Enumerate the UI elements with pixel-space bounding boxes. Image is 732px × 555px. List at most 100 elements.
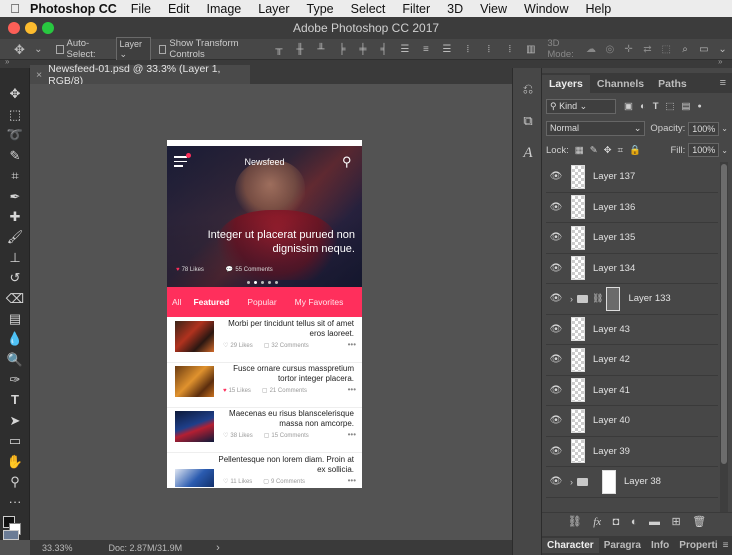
layer-name[interactable]: Layer 41: [593, 385, 630, 396]
close-tab-icon[interactable]: ×: [36, 69, 42, 81]
fill-input[interactable]: 100%: [688, 143, 720, 157]
layer-style-icon[interactable]: fx: [593, 516, 601, 528]
menu-layer[interactable]: Layer: [258, 2, 289, 16]
heart-icon[interactable]: ♡: [223, 342, 228, 349]
tab-featured[interactable]: Featured: [187, 297, 235, 307]
lock-artboard-icon[interactable]: ⌗: [618, 145, 623, 156]
character-panel-icon[interactable]: A: [519, 144, 537, 162]
zoom-level[interactable]: 33.33%: [42, 543, 73, 553]
layer-row[interactable]: 👁 Layer 135: [546, 223, 718, 254]
distribute-hcenter-icon[interactable]: ⦙: [482, 44, 495, 55]
layer-row[interactable]: 👁 Layer 43: [546, 315, 718, 345]
document-tab[interactable]: × Newsfeed-01.psd @ 33.3% (Layer 1, RGB/…: [30, 63, 250, 87]
quick-mask-icon[interactable]: [3, 530, 19, 540]
layer-row[interactable]: 👁 Layer 42: [546, 345, 718, 376]
history-panel-icon[interactable]: ⎌: [519, 80, 537, 98]
layer-row[interactable]: 👁 Layer 41: [546, 376, 718, 406]
tab-all[interactable]: All: [167, 297, 187, 307]
tab-character[interactable]: Character: [542, 538, 599, 553]
search-icon[interactable]: ⌕: [680, 44, 691, 55]
scale-icon[interactable]: ⬚: [661, 44, 672, 55]
visibility-eye-icon[interactable]: 👁: [546, 171, 566, 182]
filter-kind-dropdown[interactable]: ⚲ Kind ⌄: [546, 99, 616, 114]
chevron-down-icon[interactable]: ⌄: [717, 44, 728, 55]
move-tool-icon[interactable]: ✥: [5, 85, 25, 102]
distribute-vcenter-icon[interactable]: ≡: [419, 44, 432, 55]
stamp-tool-icon[interactable]: ⊥: [5, 249, 25, 266]
layer-name[interactable]: Layer 136: [593, 202, 635, 213]
more-options-icon[interactable]: •••: [348, 430, 356, 439]
comment-icon[interactable]: ▢: [264, 432, 270, 439]
align-vcenter-icon[interactable]: ╫: [293, 44, 306, 55]
layer-name[interactable]: Layer 133: [628, 293, 670, 304]
more-tools-icon[interactable]: ···: [5, 493, 25, 510]
filter-smart-object-icon[interactable]: ▤: [682, 101, 691, 112]
panel-menu-icon[interactable]: ≡: [720, 77, 726, 89]
pen-tool-icon[interactable]: ✑: [5, 371, 25, 388]
visibility-eye-icon[interactable]: 👁: [546, 232, 566, 243]
layer-name[interactable]: Layer 42: [593, 354, 630, 365]
more-options-icon[interactable]: •••: [348, 476, 356, 485]
layer-row[interactable]: 👁 Layer 136: [546, 193, 718, 223]
tab-my-favorites[interactable]: My Favorites: [289, 297, 350, 307]
feed-item[interactable]: Morbi per tincidunt tellus sit of amet e…: [167, 318, 362, 363]
tab-properties[interactable]: Properti: [674, 538, 722, 553]
visibility-eye-icon[interactable]: 👁: [546, 385, 566, 396]
eyedropper-tool-icon[interactable]: ✒: [5, 188, 25, 205]
comment-icon[interactable]: ▢: [264, 342, 270, 349]
apple-icon[interactable]: : [0, 1, 30, 16]
layer-name[interactable]: Layer 43: [593, 324, 630, 335]
move-tool-icon[interactable]: ✥: [14, 43, 25, 56]
menu-filter[interactable]: Filter: [402, 2, 430, 16]
visibility-eye-icon[interactable]: 👁: [546, 415, 566, 426]
status-menu-arrow[interactable]: ›: [216, 542, 220, 554]
comment-icon[interactable]: ▢: [263, 478, 269, 485]
layer-row[interactable]: 👁 Layer 40: [546, 406, 718, 437]
minimize-window-button[interactable]: [25, 22, 37, 34]
visibility-eye-icon[interactable]: 👁: [546, 324, 566, 335]
lasso-tool-icon[interactable]: ➰: [5, 126, 25, 143]
lock-transparency-icon[interactable]: ▦: [575, 145, 584, 156]
menu-file[interactable]: File: [131, 2, 151, 16]
auto-select-checkbox[interactable]: [55, 44, 64, 54]
feed-item[interactable]: Fusce ornare cursus masspretium tortor i…: [167, 363, 362, 408]
history-brush-tool-icon[interactable]: ↺: [5, 269, 25, 286]
carousel-dot[interactable]: [247, 281, 250, 284]
heart-icon[interactable]: ♡: [223, 432, 228, 439]
align-top-icon[interactable]: ╥: [272, 44, 285, 55]
heart-icon[interactable]: ♡: [223, 478, 228, 485]
layer-row[interactable]: 👁 Layer 134: [546, 254, 718, 284]
distribute-left-icon[interactable]: ⦙: [461, 44, 474, 55]
pan-icon[interactable]: ✛: [623, 44, 634, 55]
type-tool-icon[interactable]: T: [5, 391, 25, 408]
tab-info[interactable]: Info: [646, 538, 674, 553]
layer-group-row[interactable]: 👁 › ⛓ Layer 133: [546, 284, 718, 315]
quick-select-tool-icon[interactable]: ✎: [5, 147, 25, 164]
visibility-eye-icon[interactable]: 👁: [546, 354, 566, 365]
hand-tool-icon[interactable]: ✋: [5, 453, 25, 470]
link-layers-icon[interactable]: ⛓: [568, 515, 582, 528]
delete-layer-icon[interactable]: 🗑: [692, 515, 706, 528]
distribute-top-icon[interactable]: ☰: [398, 44, 411, 55]
align-hcenter-icon[interactable]: ╪: [356, 44, 369, 55]
feed-item[interactable]: Maecenas eu risus blanscelerisque massa …: [167, 408, 362, 453]
orbit-icon[interactable]: ☁: [586, 44, 597, 55]
healing-tool-icon[interactable]: ✚: [5, 208, 25, 225]
heart-icon[interactable]: ♥: [176, 267, 180, 273]
heart-filled-icon[interactable]: ♥: [223, 388, 227, 394]
layer-row[interactable]: 👁 Layer 39: [546, 437, 718, 467]
app-menu[interactable]: Photoshop CC: [30, 2, 117, 16]
visibility-eye-icon[interactable]: 👁: [546, 202, 566, 213]
opacity-input[interactable]: 100%: [688, 121, 720, 136]
filter-type-icon[interactable]: T: [653, 101, 659, 112]
comment-icon[interactable]: ▢: [262, 387, 268, 394]
search-icon[interactable]: ⚲: [342, 154, 352, 170]
workspace-icon[interactable]: ▭: [698, 44, 709, 55]
distribute-right-icon[interactable]: ⦙: [503, 44, 516, 55]
filter-adjustment-icon[interactable]: ◐: [640, 101, 646, 112]
blend-mode-dropdown[interactable]: Normal ⌄: [546, 121, 646, 136]
visibility-eye-icon[interactable]: 👁: [546, 476, 566, 487]
menu-type[interactable]: Type: [307, 2, 334, 16]
align-left-icon[interactable]: ╞: [335, 44, 348, 55]
layer-group-row[interactable]: 👁 › Layer 38: [546, 467, 718, 498]
